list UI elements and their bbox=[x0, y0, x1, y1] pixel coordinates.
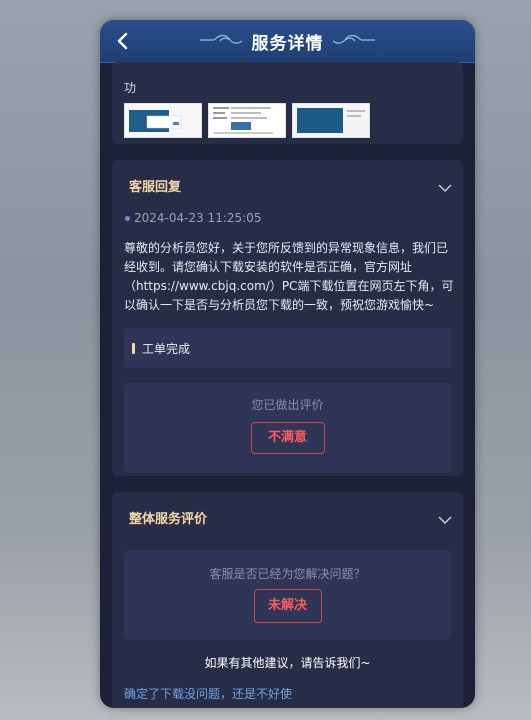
reply-timestamp: 2024-04-23 11:25:05 bbox=[134, 211, 262, 225]
screenshot-thumbnail[interactable] bbox=[292, 103, 370, 138]
suggestion-text: 确定了下载没问题，还是不好使 bbox=[124, 687, 293, 701]
collapse-toggle[interactable] bbox=[438, 510, 452, 525]
timeline-dot bbox=[125, 216, 130, 221]
evaluation-caption: 您已做出评价 bbox=[251, 398, 324, 412]
screenshot-thumbnail[interactable] bbox=[208, 103, 286, 138]
resolution-box: 客服是否已经为您解决问题？ 未解决 bbox=[124, 550, 451, 640]
reply-card: 客服回复 2024-04-23 11:25:05 尊敬的分析员您好，关于您所反馈… bbox=[112, 160, 463, 476]
ornament-right-icon bbox=[333, 34, 375, 44]
image-thumbnail-icon bbox=[125, 104, 201, 137]
overall-evaluation-card: 整体服务评价 客服是否已经为您解决问题？ 未解决 如果有其他建议，请告诉我们~ … bbox=[112, 492, 463, 708]
status-label: 工单完成 bbox=[142, 342, 191, 356]
page-title: 服务详情 bbox=[251, 34, 324, 54]
collapse-toggle[interactable] bbox=[438, 178, 452, 193]
overall-card-title: 整体服务评价 bbox=[129, 512, 208, 527]
resolution-badge: 未解决 bbox=[253, 589, 322, 623]
service-detail-panel: 服务详情 功 客服回复 2024-04-23 11:25:05 尊敬的分析员您好… bbox=[100, 20, 475, 708]
header-bar: 服务详情 bbox=[100, 20, 475, 63]
rating-badge: 不满意 bbox=[250, 422, 325, 454]
chevron-down-icon bbox=[438, 184, 452, 193]
evaluation-box: 您已做出评价 不满意 bbox=[124, 383, 451, 473]
image-thumbnail-icon bbox=[293, 104, 369, 137]
reply-card-title: 客服回复 bbox=[129, 180, 182, 195]
suggestion-label: 如果有其他建议，请告诉我们~ bbox=[204, 656, 371, 670]
status-marker bbox=[132, 343, 135, 354]
image-thumbnail-icon bbox=[209, 104, 285, 137]
feedback-text-tail: 功 bbox=[124, 81, 137, 95]
screenshot-thumbnail[interactable] bbox=[124, 103, 202, 138]
chevron-down-icon bbox=[438, 516, 452, 525]
resolution-question: 客服是否已经为您解决问题？ bbox=[209, 567, 366, 581]
ticket-status: 工单完成 bbox=[124, 328, 451, 368]
reply-message: 尊敬的分析员您好，关于您所反馈到的异常现象信息，我们已经收到。请您确认下载安装的… bbox=[124, 241, 454, 312]
attachments-card: 功 bbox=[112, 62, 463, 144]
